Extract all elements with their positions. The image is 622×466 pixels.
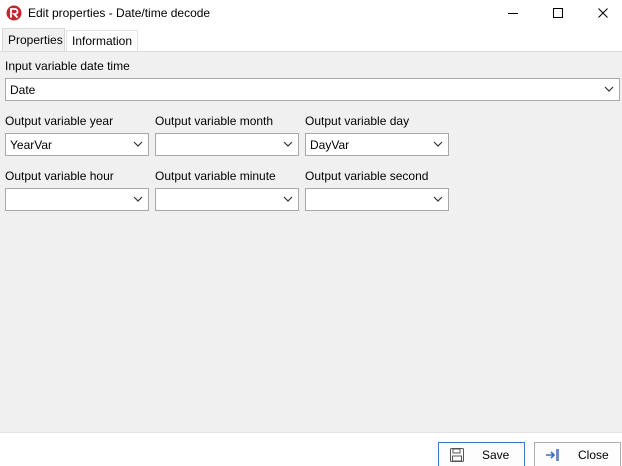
minimize-icon	[507, 13, 518, 14]
hour-dropdown[interactable]	[5, 188, 149, 211]
maximize-button[interactable]	[535, 0, 580, 26]
input-datetime-label: Input variable date time	[5, 59, 130, 73]
button-bar	[0, 432, 622, 466]
second-label: Output variable second	[305, 169, 429, 183]
chevron-down-icon	[604, 86, 614, 92]
close-icon	[597, 8, 608, 18]
close-button[interactable]: Close	[534, 442, 621, 466]
month-label: Output variable month	[155, 114, 274, 128]
day-dropdown[interactable]: DayVar	[305, 133, 449, 156]
minimize-button[interactable]	[490, 0, 535, 26]
tab-information[interactable]: Information	[66, 30, 138, 51]
year-value: YearVar	[10, 138, 53, 152]
close-button-label: Close	[578, 448, 609, 462]
title-bar: Edit properties - Date/time decode	[0, 0, 622, 26]
close-window-button[interactable]	[580, 0, 622, 26]
app-logo-icon	[6, 5, 22, 21]
chevron-down-icon	[283, 141, 293, 147]
floppy-disk-icon	[450, 448, 464, 462]
month-dropdown[interactable]	[155, 133, 299, 156]
chevron-down-icon	[283, 196, 293, 202]
tab-strip: Properties Information	[0, 26, 622, 51]
chevron-down-icon	[433, 196, 443, 202]
input-datetime-value: Date	[10, 83, 36, 97]
input-datetime-dropdown[interactable]: Date	[5, 78, 620, 101]
chevron-down-icon	[433, 141, 443, 147]
properties-panel	[0, 51, 622, 432]
year-dropdown[interactable]: YearVar	[5, 133, 149, 156]
tab-properties[interactable]: Properties	[2, 28, 65, 51]
window-title: Edit properties - Date/time decode	[28, 6, 211, 20]
save-button-label: Save	[482, 448, 510, 462]
minute-dropdown[interactable]	[155, 188, 299, 211]
maximize-icon	[552, 8, 563, 18]
save-button[interactable]: Save	[438, 442, 525, 466]
exit-arrow-icon	[546, 449, 559, 461]
hour-label: Output variable hour	[5, 169, 114, 183]
day-label: Output variable day	[305, 114, 410, 128]
year-label: Output variable year	[5, 114, 114, 128]
day-value: DayVar	[310, 138, 350, 152]
minute-label: Output variable minute	[155, 169, 276, 183]
chevron-down-icon	[133, 196, 143, 202]
second-dropdown[interactable]	[305, 188, 449, 211]
chevron-down-icon	[133, 141, 143, 147]
